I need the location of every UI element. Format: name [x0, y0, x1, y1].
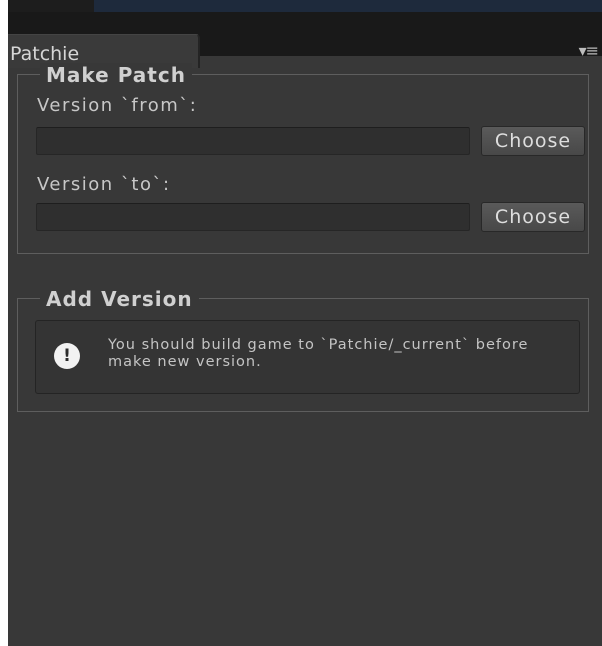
top-strip-accent — [94, 0, 602, 12]
version-from-label: Version `from`: — [37, 95, 198, 116]
top-strip — [8, 0, 602, 12]
tab-title: Patchie — [10, 43, 80, 65]
version-to-label: Version `to`: — [37, 174, 171, 195]
info-icon: ! — [54, 343, 80, 369]
version-to-field[interactable] — [36, 203, 470, 231]
patchie-window: Patchie ▾≡ Make Patch Version `from`: Ch… — [8, 0, 602, 646]
help-box: ! You should build game to `Patchie/_cur… — [35, 320, 580, 394]
add-version-title: Add Version — [40, 287, 199, 311]
make-patch-group: Make Patch Version `from`: Choose Versio… — [17, 63, 589, 254]
add-version-group: Add Version ! You should build game to `… — [17, 287, 589, 412]
version-from-field[interactable] — [36, 127, 470, 155]
tab-menu-icon[interactable]: ▾≡ — [579, 41, 599, 60]
help-message: You should build game to `Patchie/_curre… — [108, 337, 529, 370]
choose-from-button[interactable]: Choose — [481, 126, 585, 156]
tab-bar: Patchie ▾≡ — [8, 12, 602, 68]
choose-to-button[interactable]: Choose — [481, 202, 585, 232]
make-patch-title: Make Patch — [40, 63, 192, 87]
